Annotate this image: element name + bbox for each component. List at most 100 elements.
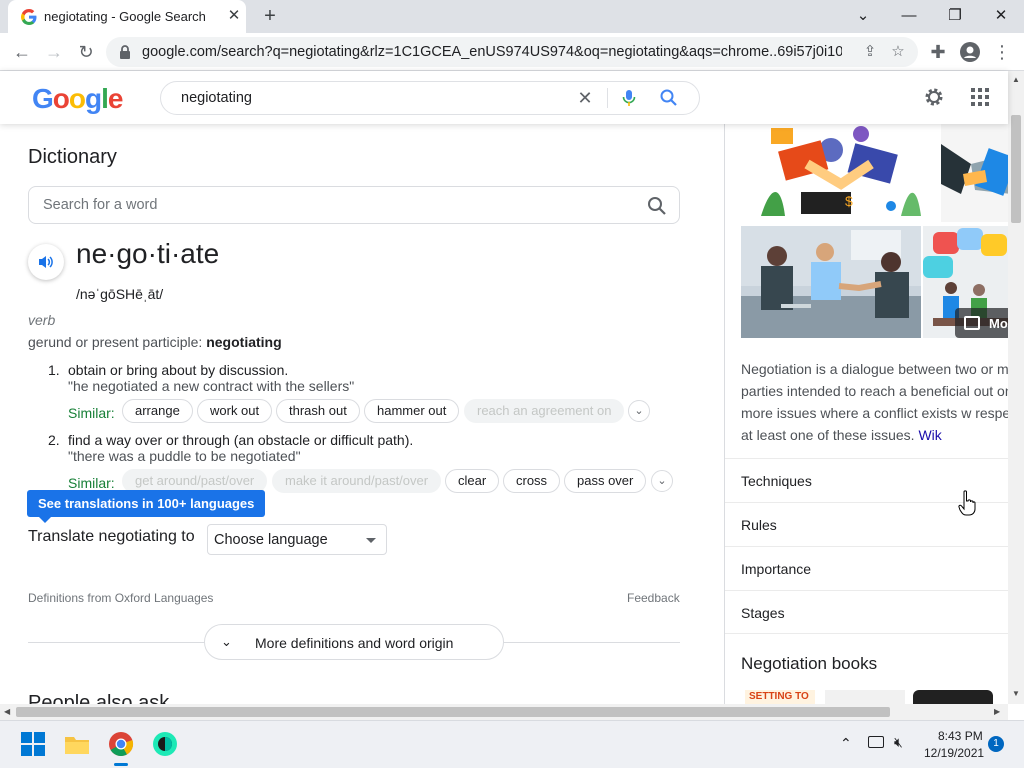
book-cover-title: SETTING TO	[749, 691, 809, 702]
apps-grid-icon[interactable]	[970, 87, 990, 107]
kp-item-importance[interactable]: Importance	[725, 546, 1008, 590]
definition-text: find a way over or through (an obstacle …	[68, 432, 414, 448]
tab-title: negiotating - Google Search	[44, 9, 206, 24]
divider	[607, 88, 608, 108]
extensions-icon[interactable]: ✚	[926, 40, 950, 64]
definition-example: "there was a puddle to be negotiated"	[68, 448, 301, 464]
browser-tab[interactable]: negiotating - Google Search ✕	[8, 0, 246, 33]
part-of-speech: verb	[28, 312, 56, 328]
scroll-right-icon[interactable]: ▶	[994, 707, 1000, 716]
similar-chip[interactable]: hammer out	[364, 399, 460, 423]
phonetic: /nəˈɡōSHēˌāt/	[76, 286, 164, 302]
book-cover-image[interactable]	[913, 690, 993, 704]
pronunciation-speaker-button[interactable]	[28, 244, 64, 280]
restore-button[interactable]: ❐	[932, 3, 978, 29]
windows-start-icon[interactable]	[20, 731, 46, 757]
forward-icon[interactable]: →	[42, 40, 66, 64]
dictionary-panel: Dictionary Search for a word ne·go·ti·at…	[0, 124, 724, 704]
more-definitions-button[interactable]: ⌄ More definitions and word origin	[204, 624, 504, 660]
definition-example: "he negotiated a new contract with the s…	[68, 378, 355, 394]
knowledge-panel: $ Mo Negotiation is a dialogue between t…	[724, 124, 1008, 704]
hand-cursor-icon	[958, 490, 976, 516]
url-text: google.com/search?q=negiotating&rlz=1C1G…	[142, 44, 842, 60]
clock-date[interactable]: 12/19/2021	[924, 746, 984, 760]
feedback-link[interactable]: Feedback	[627, 591, 680, 605]
expand-similar-chevron-icon[interactable]: ⌄	[628, 400, 650, 422]
similar-chip[interactable]: cross	[503, 469, 561, 493]
business-meeting-photo[interactable]	[741, 226, 921, 338]
tab-search-icon[interactable]: ⌄	[840, 3, 886, 29]
similar-label: Similar:	[68, 405, 115, 421]
tab-strip: negiotating - Google Search ✕ + ⌄ — ❐ ✕	[0, 0, 1024, 33]
headword: ne·go·ti·ate	[76, 238, 220, 269]
definition-number: 2.	[48, 432, 60, 448]
scroll-down-icon[interactable]: ▼	[1012, 689, 1020, 698]
kp-item-label: Rules	[741, 517, 777, 533]
clear-search-icon[interactable]: ✕	[575, 87, 595, 108]
gerund-line: gerund or present participle: negotiatin…	[28, 334, 282, 350]
similar-label: Similar:	[68, 475, 115, 491]
back-icon[interactable]: ←	[10, 40, 34, 64]
app-icon[interactable]	[152, 731, 178, 757]
horizontal-scrollbar[interactable]: ◀ ▶	[0, 704, 1008, 720]
file-explorer-icon[interactable]	[64, 731, 90, 757]
scroll-up-icon[interactable]: ▲	[1012, 75, 1020, 84]
similar-chip[interactable]: work out	[197, 399, 273, 423]
scrollbar-thumb[interactable]	[1011, 115, 1021, 223]
wikipedia-link[interactable]: Wik	[918, 427, 941, 443]
chrome-icon[interactable]	[108, 731, 134, 757]
search-input[interactable]: negiotating	[181, 90, 252, 106]
gear-icon[interactable]	[922, 85, 946, 109]
similar-chip[interactable]: make it around/past/over	[272, 469, 442, 493]
clock-time[interactable]: 8:43 PM	[938, 729, 983, 743]
google-logo[interactable]: Google	[32, 83, 123, 115]
scrollbar-thumb[interactable]	[16, 707, 890, 717]
more-images-button[interactable]: Mo	[955, 308, 1008, 338]
handshake-image[interactable]	[941, 124, 1008, 222]
search-icon[interactable]	[646, 195, 668, 217]
browser-menu-icon[interactable]: ⋮	[990, 40, 1014, 64]
similar-chip[interactable]: thrash out	[276, 399, 360, 423]
scroll-left-icon[interactable]: ◀	[4, 707, 10, 716]
dictionary-title: Dictionary	[28, 146, 117, 168]
volume-muted-icon[interactable]: 🔇︎	[894, 734, 903, 751]
gerund-value: negotiating	[206, 334, 282, 350]
knowledge-panel-description: Negotiation is a dialogue between two or…	[741, 358, 1008, 446]
new-tab-button[interactable]: +	[258, 4, 282, 28]
search-icon[interactable]	[659, 88, 679, 108]
profile-avatar[interactable]	[958, 40, 982, 64]
similar-chip[interactable]: arrange	[122, 399, 193, 423]
similar-chip[interactable]: pass over	[564, 469, 647, 493]
language-select[interactable]: Choose language	[207, 524, 387, 555]
system-tray-chevron-icon[interactable]: ⌃	[840, 735, 852, 752]
negotiation-illustration-image[interactable]: $	[741, 124, 937, 222]
notification-badge[interactable]: 1	[988, 736, 1004, 752]
expand-similar-chevron-icon[interactable]: ⌄	[651, 470, 673, 492]
google-favicon-icon	[21, 9, 37, 25]
share-icon[interactable]: ⇪	[860, 42, 880, 62]
bookmark-star-icon[interactable]: ☆	[888, 42, 908, 62]
google-header: Google negiotating ✕	[0, 71, 1008, 124]
minimize-button[interactable]: —	[886, 3, 932, 29]
translation-tooltip[interactable]: See translations in 100+ languages	[27, 490, 266, 523]
kp-item-stages[interactable]: Stages	[725, 590, 1008, 634]
similar-chip[interactable]: clear	[445, 469, 500, 493]
book-cover-image[interactable]	[825, 690, 905, 704]
microphone-icon[interactable]	[619, 88, 639, 108]
browser-toolbar: ← → ↻ google.com/search?q=negiotating&rl…	[0, 33, 1024, 71]
close-window-button[interactable]: ✕	[978, 3, 1024, 29]
similar-chip[interactable]: reach an agreement on	[464, 399, 625, 423]
books-heading: Negotiation books	[741, 654, 878, 673]
people-also-ask-heading: People also ask	[28, 692, 170, 704]
reload-icon[interactable]: ↻	[74, 40, 98, 64]
word-search-field[interactable]: Search for a word	[28, 186, 680, 224]
book-cover-image[interactable]: SETTING TO	[745, 690, 815, 704]
address-bar[interactable]: google.com/search?q=negiotating&rlz=1C1G…	[106, 37, 918, 67]
network-icon[interactable]	[868, 736, 884, 748]
close-tab-icon[interactable]: ✕	[224, 6, 244, 26]
search-box[interactable]: negiotating ✕	[160, 81, 700, 115]
translate-label: Translate negotiating to	[28, 528, 195, 545]
dictionary-source[interactable]: Definitions from Oxford Languages	[28, 591, 213, 605]
definition-text: obtain or bring about by discussion.	[68, 362, 289, 378]
vertical-scrollbar[interactable]: ▲ ▼	[1008, 71, 1024, 704]
